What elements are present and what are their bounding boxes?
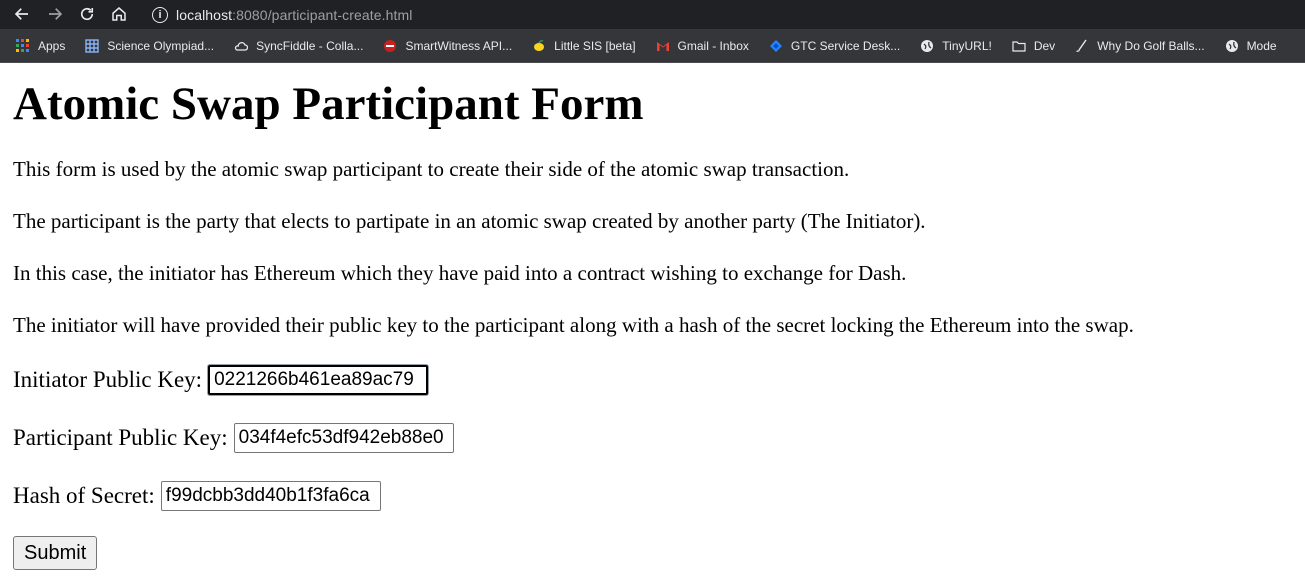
browser-toolbar: i localhost:8080/participant-create.html	[0, 0, 1305, 29]
bookmark-dev-folder[interactable]: Dev	[1012, 39, 1055, 53]
url-text: localhost:8080/participant-create.html	[176, 7, 412, 23]
hash-secret-input[interactable]	[160, 481, 381, 511]
bookmark-label: Mode	[1246, 38, 1277, 53]
description-paragraph: In this case, the initiator has Ethereum…	[13, 261, 907, 285]
globe-icon	[920, 39, 934, 53]
bookmark-label: GTC Service Desk...	[790, 38, 901, 53]
forward-arrow-icon[interactable]	[45, 4, 65, 24]
description-paragraph: This form is used by the atomic swap par…	[13, 157, 850, 181]
initiator-key-label: Initiator Public Key:	[13, 367, 203, 392]
participant-key-label: Participant Public Key:	[13, 425, 228, 450]
red-circle-icon	[383, 39, 397, 53]
initiator-key-input[interactable]	[208, 365, 429, 395]
page-content: Atomic Swap Participant Form This form i…	[0, 77, 1305, 570]
bookmark-label: Gmail - Inbox	[677, 38, 749, 53]
bookmark-smartwitness[interactable]: SmartWitness API...	[383, 39, 512, 53]
bookmark-science-olympiad[interactable]: Science Olympiad...	[85, 39, 214, 53]
jira-icon	[769, 39, 783, 53]
submit-button[interactable]: Submit	[13, 536, 98, 570]
bookmark-golf-balls[interactable]: Why Do Golf Balls...	[1075, 38, 1205, 53]
bookmark-label: SyncFiddle - Colla...	[256, 38, 364, 53]
bookmark-gtc-service-desk[interactable]: GTC Service Desk...	[769, 39, 900, 53]
bookmark-gmail[interactable]: Gmail - Inbox	[656, 39, 749, 53]
bookmark-label: TinyURL!	[942, 38, 992, 53]
description-paragraph: The participant is the party that elects…	[13, 209, 926, 233]
url-host: localhost	[176, 6, 233, 23]
bookmark-tinyurl[interactable]: TinyURL!	[920, 39, 992, 53]
bookmark-label: Little SIS [beta]	[554, 38, 636, 53]
bookmark-label: Science Olympiad...	[107, 38, 215, 53]
bookmark-little-sis[interactable]: Little SIS [beta]	[532, 38, 636, 53]
bookmark-mode[interactable]: Mode	[1225, 39, 1277, 53]
bookmark-label: Dev	[1033, 38, 1056, 53]
folder-icon	[1012, 39, 1026, 53]
address-bar[interactable]: i localhost:8080/participant-create.html	[140, 0, 1305, 29]
bookmark-label: Apps	[38, 38, 66, 53]
apps-grid-icon	[16, 38, 30, 53]
home-icon[interactable]	[109, 4, 129, 24]
hash-secret-label: Hash of Secret:	[13, 483, 155, 508]
participant-key-input[interactable]	[233, 423, 454, 453]
bookmark-label: SmartWitness API...	[405, 38, 513, 53]
initiator-key-row: Initiator Public Key:	[13, 365, 1292, 395]
bookmark-apps[interactable]: Apps	[16, 38, 66, 53]
bookmarks-bar: Apps Science Olympiad... SyncFiddle - Co…	[0, 29, 1305, 63]
bookmark-label: Why Do Golf Balls...	[1097, 38, 1205, 53]
participant-key-row: Participant Public Key:	[13, 423, 1292, 453]
reload-icon[interactable]	[77, 4, 97, 24]
back-arrow-icon[interactable]	[12, 4, 32, 24]
globe-icon	[1225, 39, 1239, 53]
lemon-icon	[532, 39, 546, 53]
hash-secret-row: Hash of Secret:	[13, 481, 1292, 511]
url-path: :8080/participant-create.html	[232, 6, 413, 23]
page-title: Atomic Swap Participant Form	[13, 78, 644, 130]
info-icon[interactable]: i	[152, 6, 168, 23]
grid-icon	[85, 38, 100, 53]
gmail-icon	[656, 39, 670, 53]
description-paragraph: The initiator will have provided their p…	[13, 313, 1134, 337]
golf-club-icon	[1075, 39, 1089, 53]
cloud-icon	[234, 39, 249, 53]
bookmark-syncfiddle[interactable]: SyncFiddle - Colla...	[234, 39, 363, 53]
